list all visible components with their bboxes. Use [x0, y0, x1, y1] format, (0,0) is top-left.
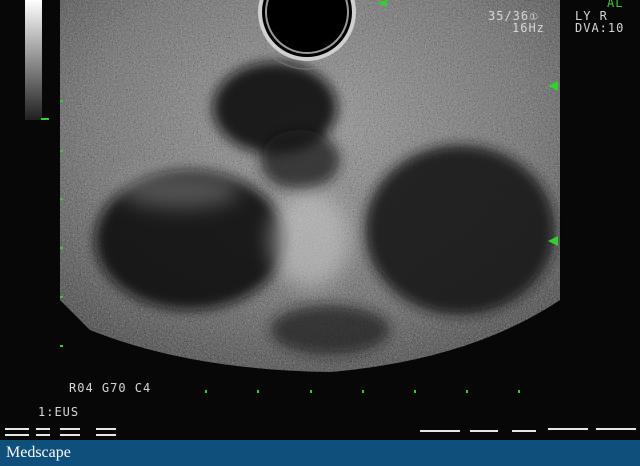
ultrasound-display: 35/36① 16Hz LY R DVA:10 AL R04 G70 C4 1:… [0, 0, 640, 440]
scan-line-artifacts [5, 428, 636, 436]
corner-label: AL [607, 0, 624, 10]
ultrasound-image [5, 0, 636, 436]
bottom-scale-ticks [205, 390, 520, 393]
depth-ticks [41, 100, 63, 347]
settings-readout: R04 G70 C4 [69, 381, 152, 395]
footer-bar [0, 440, 640, 466]
dva-label: DVA:10 [575, 21, 625, 35]
frame-rate: 16Hz [512, 21, 545, 35]
mode-label: 1:EUS [38, 405, 80, 419]
medscape-logo: Medscape [6, 444, 71, 461]
grayscale-bar [25, 0, 42, 120]
